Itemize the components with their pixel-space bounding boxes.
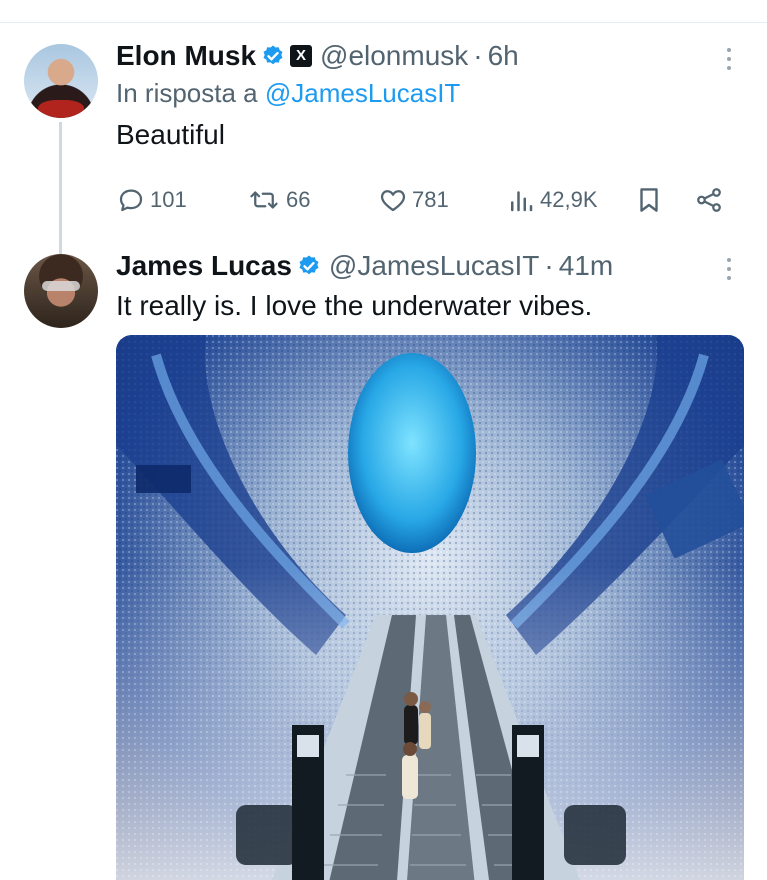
repost-count: 66	[286, 187, 311, 212]
tweet-elonmusk[interactable]: Elon Musk X @elonmusk · 6h In risposta a…	[0, 36, 767, 280]
like-count: 781	[412, 187, 449, 212]
views-button[interactable]: 42,9K	[506, 180, 598, 220]
timestamp[interactable]: 41m	[559, 250, 613, 282]
avatar[interactable]	[24, 254, 98, 328]
separator-dot: ·	[544, 250, 554, 281]
heart-icon	[380, 190, 406, 212]
view-count: 42,9K	[540, 187, 598, 212]
like-button[interactable]: 781	[378, 180, 449, 220]
tweet-media-image[interactable]	[116, 335, 744, 880]
views-chart-icon	[511, 191, 533, 212]
top-divider	[0, 22, 767, 23]
repost-icon	[250, 191, 278, 209]
tweet-header: Elon Musk X @elonmusk · 6h	[116, 36, 737, 76]
author-name[interactable]: Elon Musk	[116, 40, 256, 72]
reply-context: In risposta a @JamesLucasIT	[116, 78, 737, 109]
separator-dot: ·	[473, 40, 483, 71]
subway-station-photo	[116, 335, 744, 880]
verified-badge-icon[interactable]	[261, 44, 285, 68]
timestamp[interactable]: 6h	[488, 40, 519, 72]
tweet-header: James Lucas @JamesLucasIT · 41m	[116, 246, 737, 286]
reply-button[interactable]: 101	[116, 180, 187, 220]
tweet-jameslucas[interactable]: James Lucas @JamesLucasIT · 41m It reall…	[0, 246, 767, 880]
avatar[interactable]	[24, 44, 98, 118]
reply-prefix: In risposta a	[116, 78, 265, 108]
share-icon	[697, 188, 721, 212]
more-options-icon[interactable]	[725, 48, 733, 74]
more-options-icon[interactable]	[725, 258, 733, 284]
tweet-text: It really is. I love the underwater vibe…	[116, 290, 593, 321]
verified-badge-icon[interactable]	[297, 254, 321, 278]
tweet-text: Beautiful	[116, 119, 225, 150]
reply-count: 101	[150, 187, 187, 212]
share-button[interactable]	[694, 180, 724, 220]
bookmark-icon	[640, 188, 658, 212]
author-handle[interactable]: @JamesLucasIT	[329, 250, 540, 282]
author-handle[interactable]: @elonmusk	[320, 40, 468, 72]
bookmark-button[interactable]	[634, 180, 664, 220]
repost-button[interactable]: 66	[246, 180, 310, 220]
author-name[interactable]: James Lucas	[116, 250, 292, 282]
reply-icon	[119, 189, 143, 212]
x-affiliate-badge-icon[interactable]: X	[290, 45, 313, 67]
action-bar: 101 66 781 42,9K	[116, 180, 726, 220]
reply-handle-link[interactable]: @JamesLucasIT	[265, 78, 460, 108]
